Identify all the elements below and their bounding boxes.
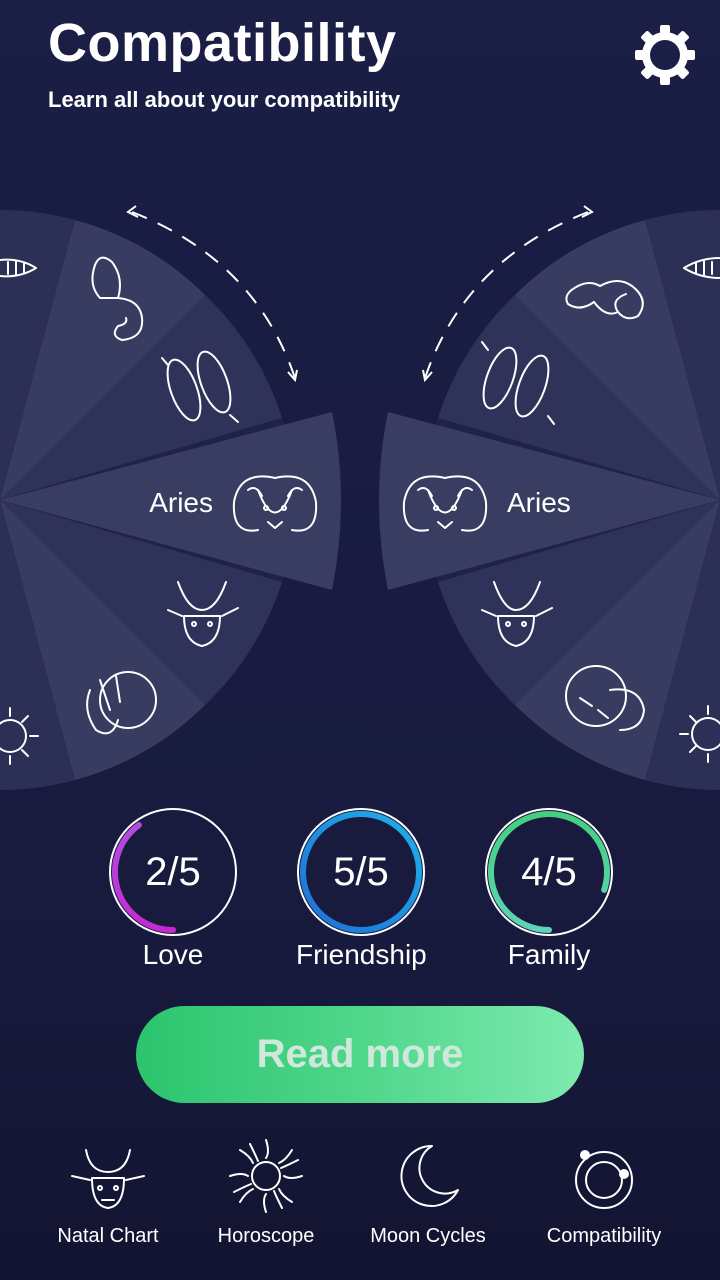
bottom-navigation: Natal Chart Horoscope Moon Cycles Compat…: [0, 1130, 720, 1280]
gear-icon[interactable]: [634, 24, 696, 86]
love-score-ring: 2/5: [108, 807, 238, 937]
nav-label-compatibility: Compatibility: [546, 1225, 662, 1247]
read-more-button[interactable]: Read more: [136, 1006, 584, 1103]
page-subtitle: Learn all about your compatibility: [48, 87, 401, 112]
nav-label-natal-chart: Natal Chart: [57, 1225, 159, 1247]
moon-icon: [400, 1144, 459, 1207]
sun-icon: [229, 1139, 303, 1213]
nav-item-compatibility[interactable]: Compatibility: [519, 1130, 689, 1248]
friendship-score[interactable]: 5/5 Friendship: [296, 807, 427, 971]
nav-label-horoscope: Horoscope: [217, 1225, 315, 1247]
nav-label-moon-cycles: Moon Cycles: [370, 1225, 486, 1247]
friendship-score-label: Friendship: [296, 939, 427, 970]
compatibility-icon: [575, 1150, 633, 1209]
love-score-value: 2/5: [145, 850, 201, 894]
love-score[interactable]: 2/5 Love: [108, 807, 238, 971]
family-score-ring: 4/5: [484, 807, 614, 937]
family-score[interactable]: 4/5 Family: [484, 807, 614, 971]
left-sign-label: Aries: [149, 487, 213, 518]
family-score-value: 4/5: [521, 850, 577, 894]
family-score-label: Family: [507, 939, 591, 970]
nav-item-moon-cycles[interactable]: Moon Cycles: [343, 1130, 513, 1248]
page-title: Compatibility: [48, 13, 397, 73]
right-sign-label: Aries: [507, 487, 571, 518]
love-score-label: Love: [142, 939, 204, 970]
bull-icon: [71, 1149, 145, 1209]
zodiac-wheels: Aries Aries: [0, 205, 720, 790]
friendship-score-ring: 5/5: [296, 807, 426, 937]
nav-item-horoscope[interactable]: Horoscope: [181, 1130, 351, 1248]
nav-item-natal-chart[interactable]: Natal Chart: [23, 1130, 193, 1248]
friendship-score-value: 5/5: [333, 850, 389, 894]
